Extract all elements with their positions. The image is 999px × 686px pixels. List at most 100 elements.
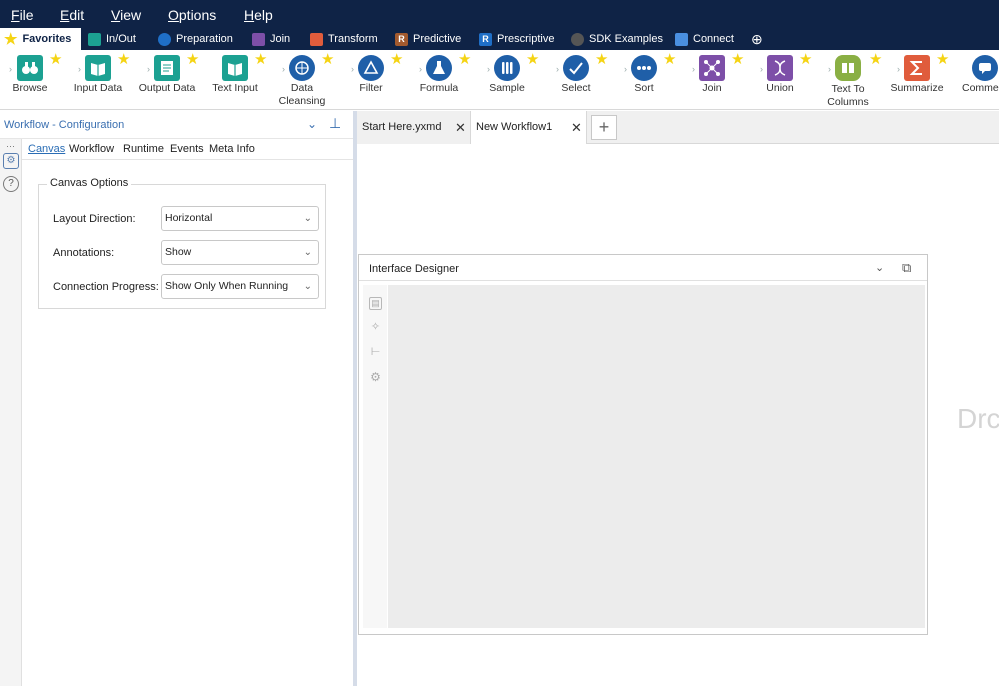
star-icon: ★	[4, 31, 18, 48]
category-tab-preparation[interactable]: Preparation	[158, 28, 233, 50]
chevron-down-icon: ⌄	[303, 281, 312, 292]
tab-runtime[interactable]: Runtime	[123, 143, 164, 155]
tool-select[interactable]: › ★ Select	[541, 50, 611, 110]
category-tab-transform[interactable]: Transform	[310, 28, 378, 50]
tool-data-cleansing[interactable]: › ★ Data Cleansing	[267, 50, 337, 110]
menu-help[interactable]: Help	[244, 7, 273, 23]
favorite-star-icon: ★	[799, 51, 813, 68]
help-icon[interactable]: ?	[3, 176, 19, 192]
tool-input-data[interactable]: › ★ Input Data	[63, 50, 133, 110]
category-tab-favorites[interactable]: ★ Favorites	[0, 28, 82, 50]
category-label: Join	[270, 33, 291, 45]
tool-browse[interactable]: › ★ Browse	[0, 50, 65, 110]
chevron-right-icon: ›	[487, 64, 490, 74]
favorite-star-icon: ★	[869, 51, 883, 68]
tool-label: Data Cleansing	[278, 82, 326, 107]
tool-label: Text To Columns	[827, 83, 869, 108]
wand-icon[interactable]: ✧	[369, 322, 382, 335]
tree-icon[interactable]: ⊢	[369, 347, 382, 360]
select-value: Horizontal	[165, 212, 213, 224]
connection-progress-label: Connection Progress:	[53, 281, 159, 293]
square-icon	[252, 32, 265, 46]
layout-direction-select[interactable]: Horizontal ⌄	[161, 206, 319, 231]
configuration-sidebar: ⋯ ⚙ ?	[0, 139, 22, 686]
menu-view[interactable]: View	[111, 7, 141, 23]
tool-text-to-columns[interactable]: › ★ Text To Columns	[813, 50, 883, 110]
chevron-right-icon: ›	[760, 64, 763, 74]
chevron-down-icon[interactable]: ⌄	[307, 117, 317, 131]
configuration-header: Workflow - Configuration ⌄ ⊥	[0, 111, 353, 139]
tab-start-here[interactable]: Start Here.yxmd ✕	[357, 111, 471, 144]
undock-icon[interactable]: ⧉	[902, 260, 911, 276]
favorite-star-icon: ★	[321, 51, 335, 68]
network-icon	[699, 55, 725, 81]
chevron-down-icon[interactable]: ⌄	[875, 261, 884, 274]
chevron-down-icon: ⌄	[303, 247, 312, 258]
tool-output-data[interactable]: › ★ Output Data	[132, 50, 202, 110]
favorite-star-icon: ★	[936, 51, 950, 68]
interface-designer-header: Interface Designer ⌄ ⧉	[359, 255, 927, 281]
category-tab-predictive[interactable]: R Predictive	[395, 28, 461, 50]
tool-label: Select	[561, 82, 591, 94]
add-tab-button[interactable]: +	[591, 115, 617, 140]
category-tab-sdk-examples[interactable]: SDK Examples	[571, 28, 663, 50]
close-icon[interactable]: ✕	[571, 111, 582, 144]
columns-icon	[835, 55, 861, 81]
annotations-select[interactable]: Show ⌄	[161, 240, 319, 265]
tab-meta-info[interactable]: Meta Info	[209, 143, 255, 155]
tab-label: Start Here.yxmd	[362, 121, 442, 133]
workflow-canvas[interactable]: Drc Interface Designer ⌄ ⧉ ▤ ✧ ⊢ ⚙	[357, 145, 999, 686]
tool-text-input[interactable]: ★ Text Input	[200, 50, 270, 110]
pin-icon[interactable]: ⊥	[329, 115, 341, 132]
category-label: SDK Examples	[589, 33, 663, 45]
menu-file[interactable]: File	[11, 7, 34, 23]
tool-formula[interactable]: › ★ Formula	[404, 50, 474, 110]
tool-union[interactable]: › ★ Union	[745, 50, 815, 110]
layout-direction-label: Layout Direction:	[53, 213, 136, 225]
category-tab-in-out[interactable]: In/Out	[88, 28, 136, 50]
gear-icon[interactable]: ⚙	[3, 153, 19, 169]
chevron-right-icon: ›	[556, 64, 559, 74]
chevron-right-icon: ›	[897, 64, 900, 74]
tool-label: Formula	[419, 82, 459, 94]
canvas-drop-hint: Drc	[957, 403, 999, 434]
close-icon[interactable]: ✕	[455, 111, 466, 144]
menu-edit[interactable]: Edit	[60, 7, 84, 23]
tab-workflow[interactable]: Workflow	[69, 143, 114, 155]
tool-sort[interactable]: › ★ Sort	[609, 50, 679, 110]
tab-events[interactable]: Events	[170, 143, 204, 155]
category-label: Favorites	[22, 33, 72, 45]
layout-icon[interactable]: ▤	[369, 297, 382, 310]
add-circle-icon: ⊕	[751, 30, 763, 47]
more-icon[interactable]: ⋯	[6, 141, 15, 152]
tab-new-workflow1[interactable]: New Workflow1 ✕	[471, 111, 587, 144]
menu-options[interactable]: Options	[168, 7, 216, 23]
tool-label: Union	[766, 82, 794, 94]
tool-label: Browse	[12, 82, 48, 94]
check-icon	[563, 55, 589, 81]
category-tab-prescriptive[interactable]: R Prescriptive	[479, 28, 554, 50]
tool-filter[interactable]: › ★ Filter	[336, 50, 406, 110]
interface-designer-title: Interface Designer	[369, 263, 459, 275]
tool-label: Output Data	[138, 82, 196, 94]
annotations-label: Annotations:	[53, 247, 115, 259]
circle-icon	[158, 32, 171, 46]
category-tab-join[interactable]: Join	[252, 28, 290, 50]
tab-canvas[interactable]: Canvas	[28, 143, 65, 155]
gear-icon[interactable]: ⚙	[369, 371, 382, 385]
favorite-star-icon: ★	[186, 51, 200, 68]
tool-join[interactable]: › ★ Join	[677, 50, 747, 110]
chevron-right-icon: ›	[624, 64, 627, 74]
r-icon: R	[479, 32, 492, 46]
interface-designer-area[interactable]	[388, 285, 925, 628]
tool-summarize[interactable]: › ★ Summarize	[882, 50, 952, 110]
favorite-star-icon: ★	[731, 51, 745, 68]
add-category-button[interactable]: ⊕	[751, 28, 763, 50]
tool-label: Summarize	[890, 82, 944, 94]
tool-sample[interactable]: › ★ Sample	[472, 50, 542, 110]
category-tab-connect[interactable]: Connect	[675, 28, 734, 50]
tool-label: Input Data	[73, 82, 123, 94]
category-label: In/Out	[106, 33, 136, 45]
tool-comment[interactable]: Comment	[950, 50, 999, 110]
connection-progress-select[interactable]: Show Only When Running ⌄	[161, 274, 319, 299]
